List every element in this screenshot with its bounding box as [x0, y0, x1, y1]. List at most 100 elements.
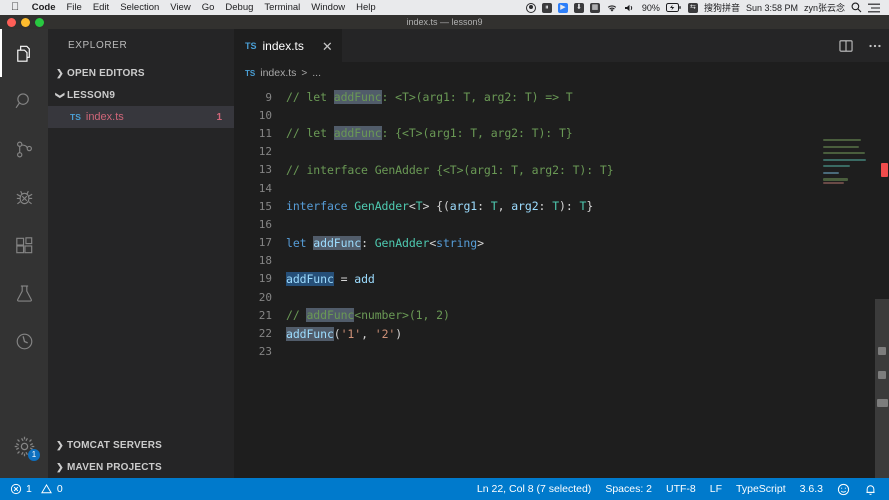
activitybar-item-debug[interactable] [0, 173, 48, 221]
ellipsis-icon[interactable] [867, 38, 883, 54]
battery-percent[interactable]: 90% [642, 3, 660, 13]
code-line[interactable]: 20 [234, 288, 889, 306]
code-text: // let addFunc: {<T>(arg1: T, arg2: T): … [286, 126, 573, 140]
code-token: addFunc [313, 236, 361, 250]
bell-icon[interactable] [864, 483, 877, 496]
breadcrumb-file[interactable]: index.ts [260, 67, 296, 79]
app-icon[interactable]: ▦ [590, 3, 600, 13]
code-token: add [354, 272, 374, 286]
menu-item-terminal[interactable]: Terminal [259, 2, 306, 13]
minimap[interactable] [823, 139, 875, 478]
menubar-user[interactable]: zyn张云念 [804, 1, 845, 14]
menu-item-window[interactable]: Window [306, 2, 351, 13]
occurrence-marker [878, 371, 886, 379]
activitybar-item-explorer[interactable] [0, 29, 48, 77]
status-encoding[interactable]: UTF-8 [666, 483, 696, 495]
menubar-clock[interactable]: Sun 3:58 PM [746, 3, 798, 13]
code-line[interactable]: 13// interface GenAdder {<T>(arg1: T, ar… [234, 161, 889, 179]
macos-menubar:  Code File Edit Selection View Go Debug… [0, 0, 889, 15]
line-number: 22 [234, 327, 286, 340]
minimap-line [823, 139, 861, 141]
code-token: Func [306, 327, 333, 341]
code-line[interactable]: 15interface GenAdder<T> {(arg1: T, arg2:… [234, 197, 889, 215]
code-token: GenAdder [354, 199, 409, 213]
files-icon [13, 42, 36, 65]
battery-icon[interactable] [666, 3, 682, 12]
code-line[interactable]: 12 [234, 143, 889, 161]
menu-item-view[interactable]: View [165, 2, 196, 13]
code-token: arg1 [450, 199, 477, 213]
code-line[interactable]: 16 [234, 215, 889, 233]
code-line[interactable]: 18 [234, 252, 889, 270]
code-line[interactable]: 14 [234, 179, 889, 197]
close-icon[interactable]: ✕ [322, 40, 333, 53]
menu-item-code[interactable]: Code [26, 2, 61, 13]
line-number: 21 [234, 309, 286, 322]
code-line[interactable]: 19addFunc = add [234, 270, 889, 288]
code-token: < [409, 199, 416, 213]
tab-index-ts[interactable]: TS index.ts ✕ [234, 29, 342, 62]
menu-item-edit[interactable]: Edit [87, 2, 114, 13]
code-line[interactable]: 10 [234, 106, 889, 124]
menu-item-file[interactable]: File [61, 2, 87, 13]
status-bar-left: 1 0 [0, 483, 63, 495]
download-icon[interactable]: ⬇ [574, 3, 584, 13]
window-title: index.ts — lesson9 [0, 17, 889, 27]
vscode-window:  Code File Edit Selection View Go Debug… [0, 0, 889, 500]
breadcrumb: TS index.ts > ... [234, 62, 889, 84]
minimap-line [823, 146, 859, 148]
minimap-line [823, 172, 839, 174]
status-problems[interactable]: 1 0 [10, 483, 63, 495]
status-eol[interactable]: LF [710, 483, 722, 495]
wifi-icon[interactable] [606, 3, 618, 13]
sidebar-file-index-ts[interactable]: TS index.ts 1 [48, 106, 234, 128]
line-number: 12 [234, 145, 286, 158]
code-editor[interactable]: 9// let addFunc: <T>(arg1: T, arg2: T) =… [234, 84, 889, 478]
activitybar-item-extensions[interactable] [0, 221, 48, 269]
activitybar-item-source-control[interactable] [0, 125, 48, 173]
record-icon[interactable] [526, 3, 536, 13]
activitybar-item-settings[interactable]: 1 [0, 422, 48, 470]
editor-scrollbar-slider[interactable] [875, 299, 889, 478]
sidebar-section-open-editors[interactable]: ❯ OPEN EDITORS [48, 62, 234, 84]
status-typescript-version[interactable]: 3.6.3 [800, 483, 823, 495]
error-marker [881, 163, 888, 177]
control-center-icon[interactable] [868, 3, 880, 13]
sidebar-section-lesson9[interactable]: ❯ LESSON9 [48, 84, 234, 106]
spotlight-search-icon[interactable] [851, 2, 862, 13]
input-source-icon[interactable]: ⇆ [688, 3, 698, 13]
code-line[interactable]: 22addFunc('1', '2') [234, 324, 889, 342]
status-indentation[interactable]: Spaces: 2 [605, 483, 652, 495]
code-line[interactable]: 21// addFunc<number>(1, 2) [234, 306, 889, 324]
code-token: addFunc [286, 272, 334, 286]
screenshot-icon[interactable]: ▶ [558, 3, 568, 13]
apple-icon[interactable]:  [11, 2, 19, 13]
menu-item-help[interactable]: Help [351, 2, 382, 13]
menu-item-go[interactable]: Go [196, 2, 220, 13]
typescript-file-icon: TS [70, 112, 81, 122]
code-token: : <T>(arg1: T, arg2: T) => T [382, 90, 573, 104]
activitybar-item-testing[interactable] [0, 269, 48, 317]
code-token: interface [286, 199, 354, 213]
sidebar-section-maven-projects[interactable]: ❯ MAVEN PROJECTS [48, 456, 234, 478]
split-editor-icon[interactable] [838, 38, 854, 54]
menu-item-selection[interactable]: Selection [115, 2, 165, 13]
warning-triangle-icon [40, 483, 53, 495]
status-cursor-position[interactable]: Ln 22, Col 8 (7 selected) [477, 483, 591, 495]
input-method-label[interactable]: 搜狗拼音 [704, 1, 740, 14]
source-control-icon [13, 138, 36, 161]
code-line[interactable]: 23 [234, 343, 889, 361]
dnd-icon[interactable]: ⏸ [542, 3, 552, 13]
menu-item-debug[interactable]: Debug [220, 2, 259, 13]
overview-ruler[interactable] [875, 139, 889, 478]
volume-icon[interactable] [624, 3, 636, 13]
status-language-mode[interactable]: TypeScript [736, 483, 786, 495]
activitybar-item-history[interactable] [0, 317, 48, 365]
activitybar-item-search[interactable] [0, 77, 48, 125]
smiley-icon[interactable] [837, 483, 850, 496]
code-line[interactable]: 17let addFunc: GenAdder<string> [234, 234, 889, 252]
code-line[interactable]: 9// let addFunc: <T>(arg1: T, arg2: T) =… [234, 88, 889, 106]
breadcrumb-more[interactable]: ... [312, 67, 321, 79]
code-line[interactable]: 11// let addFunc: {<T>(arg1: T, arg2: T)… [234, 124, 889, 142]
sidebar-section-tomcat-servers[interactable]: ❯ TOMCAT SERVERS [48, 434, 234, 456]
